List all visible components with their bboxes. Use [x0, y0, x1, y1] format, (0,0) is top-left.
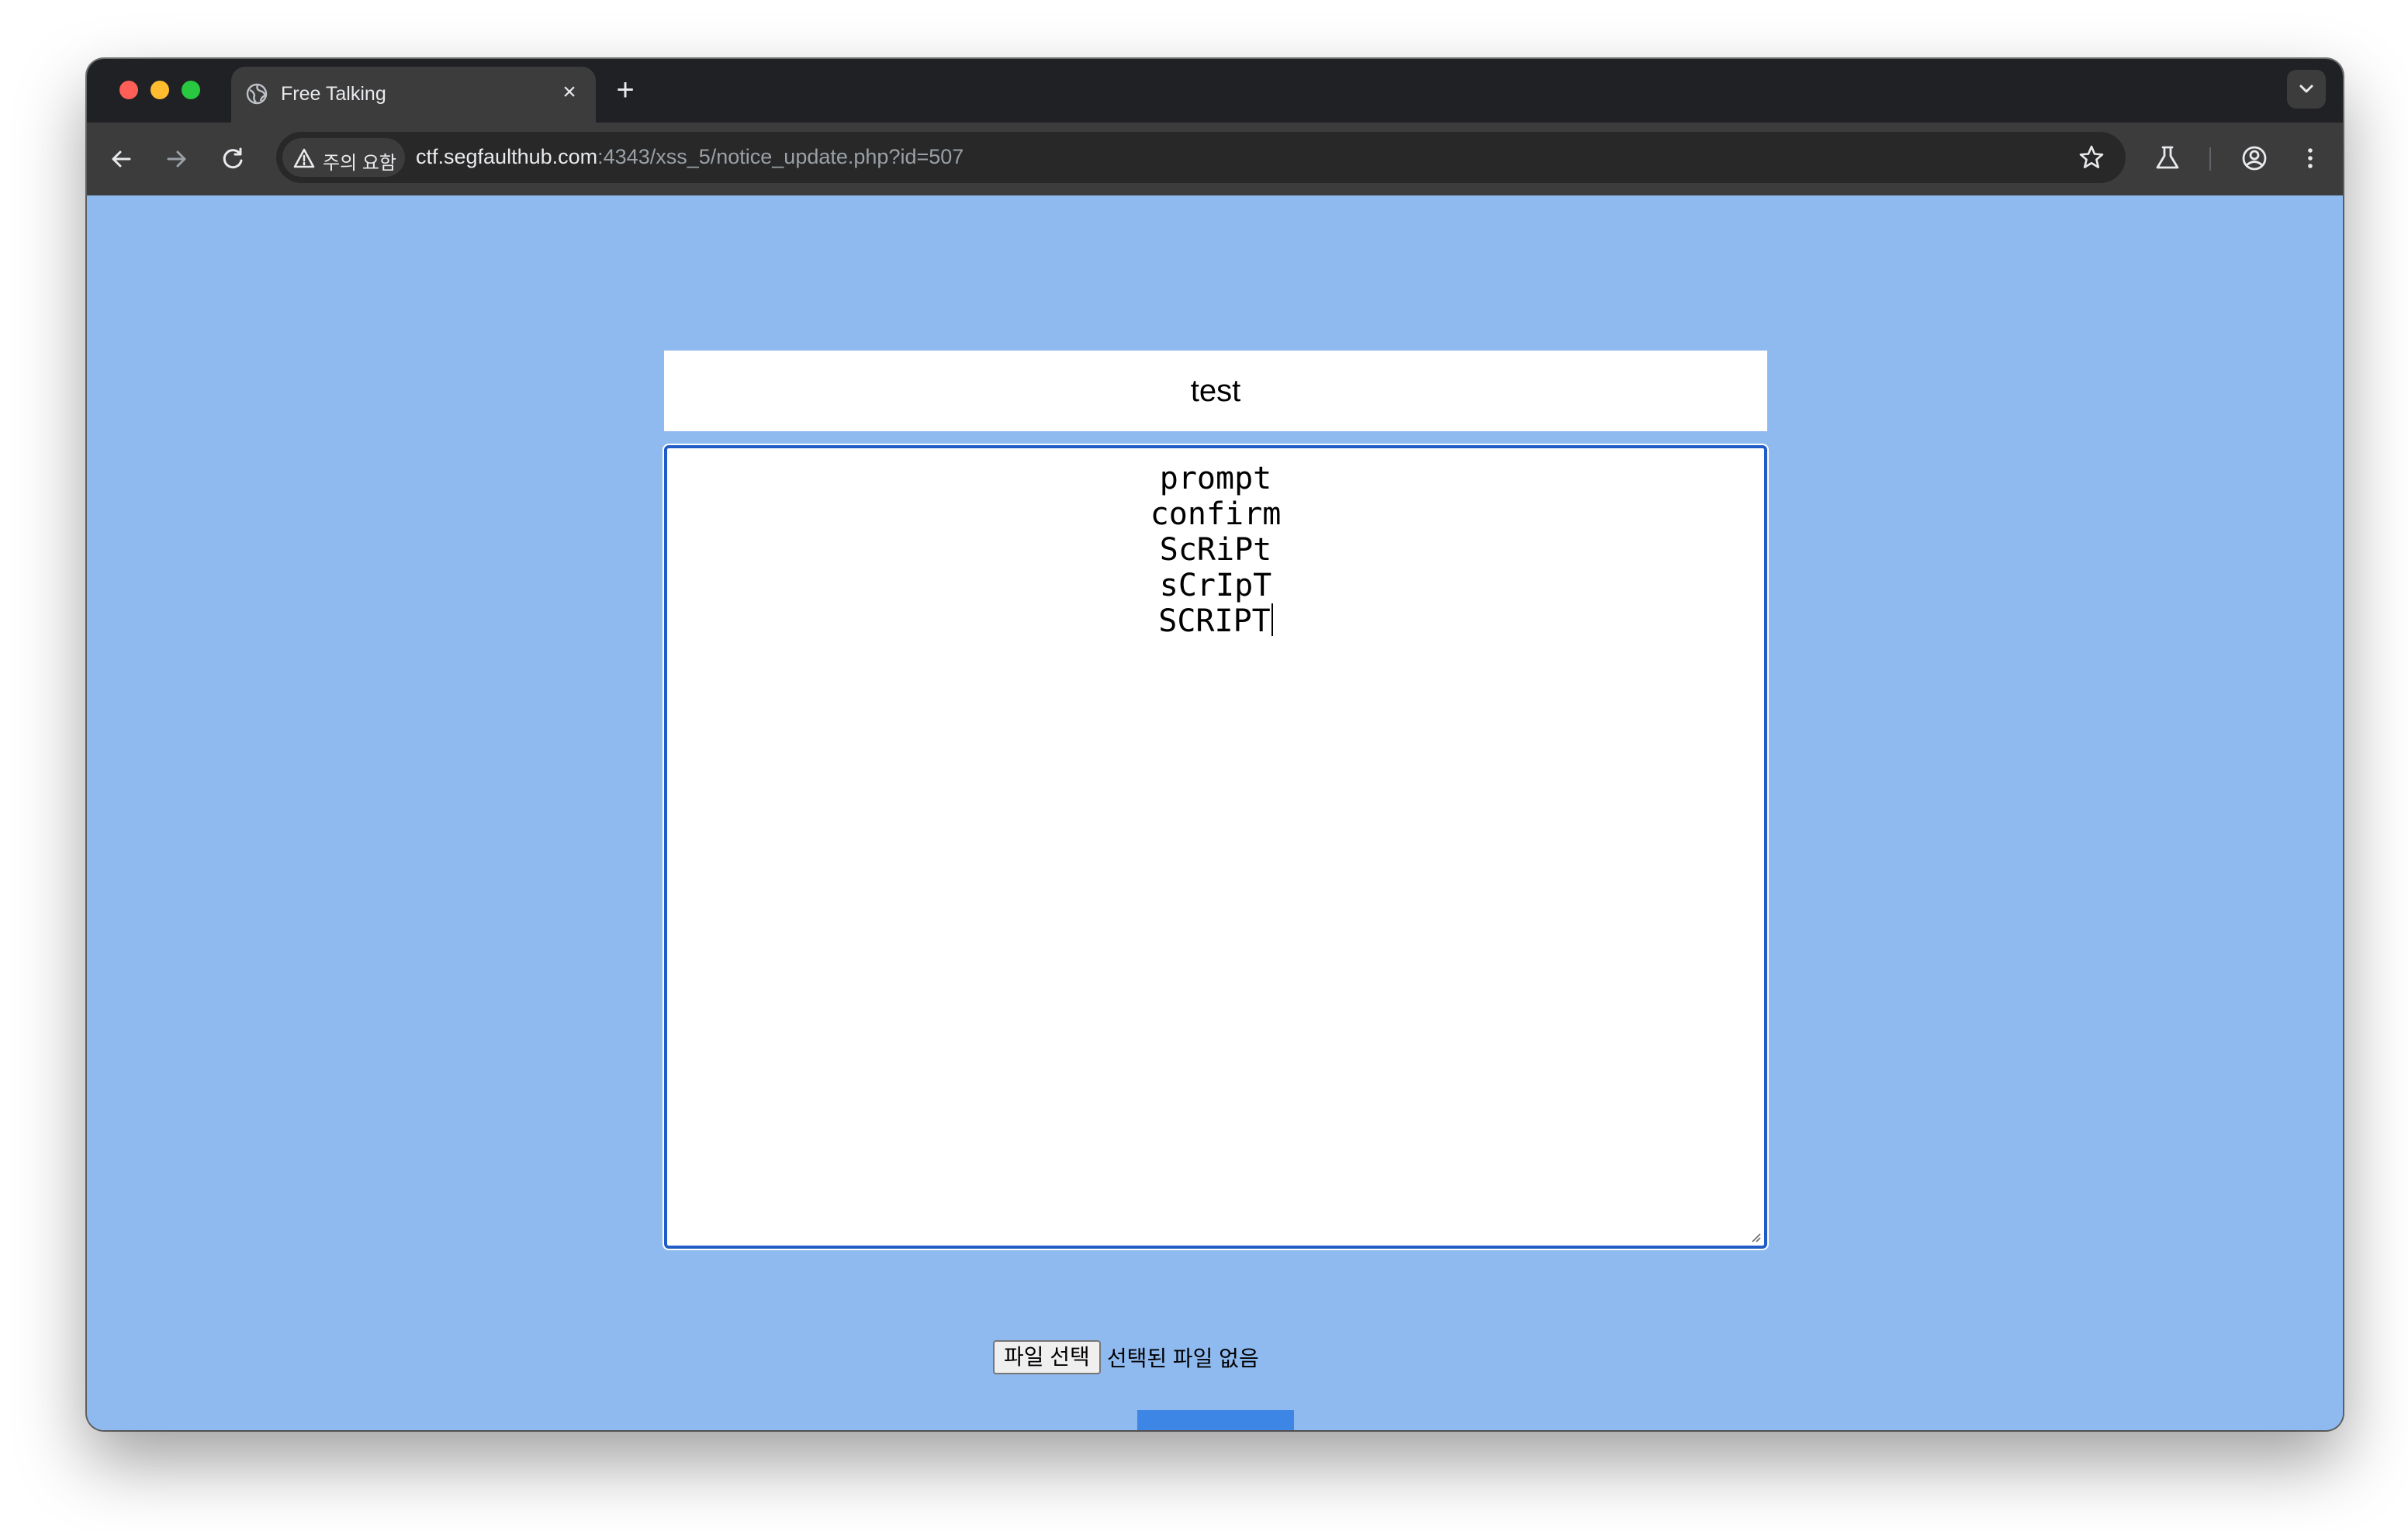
browser-window: Free Talking × + 주의 요함 ctf.segfaulthub.c… [87, 59, 2343, 1430]
reload-icon[interactable] [216, 142, 250, 176]
content-line: sCrIpT [1159, 568, 1272, 603]
file-upload-row: 파일 선택 선택된 파일 없음 [993, 1340, 1259, 1379]
resize-handle-icon[interactable] [1750, 1232, 1761, 1242]
url-host: ctf.segfaulthub.com [416, 145, 598, 168]
minimize-window-button[interactable] [150, 81, 169, 99]
zoom-window-button[interactable] [182, 81, 200, 99]
new-tab-button[interactable]: + [610, 74, 641, 105]
arrow-right-icon[interactable] [160, 142, 194, 176]
text-caret [1271, 603, 1273, 636]
content-line: confirm [1150, 496, 1282, 532]
content-text: prompt confirm ScRiPt sCrIpT SCRIPT [667, 461, 1764, 639]
url-path: :4343/xss_5/notice_update.php?id=507 [597, 145, 964, 168]
flask-icon[interactable] [2150, 141, 2185, 175]
globe-icon [246, 83, 268, 105]
tab-close-button[interactable]: × [557, 80, 582, 105]
star-icon[interactable] [2078, 143, 2105, 171]
content-line: prompt [1159, 461, 1272, 496]
tab-free-talking[interactable]: Free Talking × [231, 67, 596, 123]
site-info-chip[interactable]: 주의 요함 [282, 138, 405, 177]
chevron-down-icon [2299, 85, 2313, 93]
browser-toolbar: 주의 요함 ctf.segfaulthub.com:4343/xss_5/not… [87, 123, 2343, 195]
toolbar-divider [2209, 147, 2211, 171]
tab-search-button[interactable] [2287, 70, 2326, 109]
tab-strip: Free Talking × + [87, 59, 2343, 123]
title-input[interactable]: test [664, 351, 1767, 431]
tab-title: Free Talking [281, 83, 386, 105]
page-content: test prompt confirm ScRiPt sCrIpT SCRIPT… [87, 195, 2343, 1430]
security-label: 주의 요함 [323, 153, 396, 174]
file-status-text: 선택된 파일 없음 [1106, 1346, 1259, 1370]
content-textarea[interactable]: prompt confirm ScRiPt sCrIpT SCRIPT [663, 444, 1769, 1250]
close-window-button[interactable] [119, 81, 138, 99]
address-bar[interactable]: 주의 요함 ctf.segfaulthub.com:4343/xss_5/not… [276, 132, 2126, 183]
kebab-menu-icon[interactable] [2293, 141, 2327, 175]
choose-file-button[interactable]: 파일 선택 [993, 1340, 1101, 1374]
url-text[interactable]: ctf.segfaulthub.com:4343/xss_5/notice_up… [416, 145, 964, 169]
content-line: ScRiPt [1159, 532, 1272, 568]
content-line-last: SCRIPT [667, 603, 1764, 639]
content-line: SCRIPT [1158, 603, 1271, 639]
account-circle-icon[interactable] [2237, 141, 2271, 175]
warning-triangle-icon [293, 148, 315, 168]
update-button[interactable]: update [1137, 1410, 1294, 1430]
arrow-left-icon[interactable] [104, 142, 138, 176]
